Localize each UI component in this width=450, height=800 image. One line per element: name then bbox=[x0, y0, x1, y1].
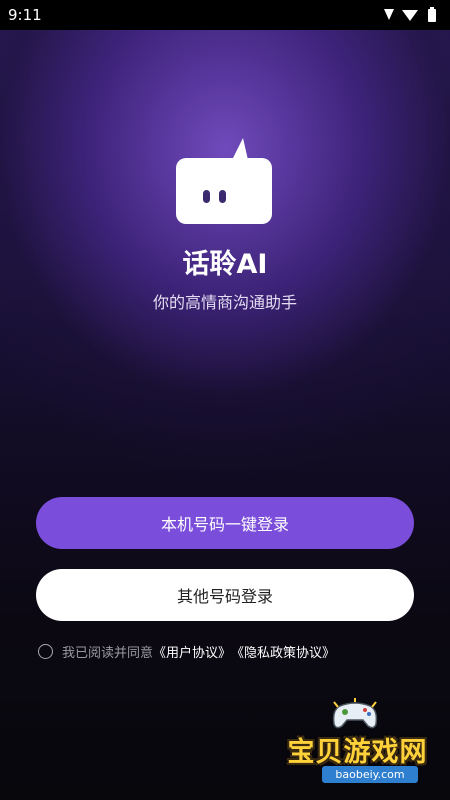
status-bar: 9:11 bbox=[0, 0, 450, 30]
watermark-brand: 宝贝游戏网 bbox=[287, 737, 428, 768]
agreement-prefix: 我已阅读并同意 bbox=[62, 645, 154, 661]
signal-icon bbox=[384, 9, 394, 20]
watermark: 宝贝游戏网 baobeiy.com bbox=[270, 698, 450, 788]
privacy-policy-link[interactable]: 《隐私政策协议》 bbox=[231, 642, 335, 661]
battery-icon bbox=[428, 7, 436, 22]
login-screen: 9:11 话聆AI 你的高情商沟通助手 本机号码一键登录 其他号码登录 我已阅读… bbox=[0, 0, 450, 800]
other-number-login-button[interactable]: 其他号码登录 bbox=[36, 569, 414, 621]
watermark-url: baobeiy.com bbox=[322, 766, 418, 783]
wifi-icon bbox=[402, 10, 418, 21]
status-time: 9:11 bbox=[8, 6, 42, 24]
agreement-row: 我已阅读并同意 《用户协议》 《隐私政策协议》 bbox=[38, 641, 335, 661]
app-name: 话聆AI bbox=[182, 249, 268, 280]
one-click-login-button[interactable]: 本机号码一键登录 bbox=[36, 497, 414, 549]
gamepad-icon bbox=[332, 698, 378, 729]
app-logo-icon bbox=[176, 138, 272, 224]
status-icons bbox=[384, 7, 436, 22]
agreement-checkbox[interactable] bbox=[38, 643, 53, 659]
user-agreement-link[interactable]: 《用户协议》 bbox=[153, 642, 231, 661]
app-tagline: 你的高情商沟通助手 bbox=[152, 293, 297, 312]
